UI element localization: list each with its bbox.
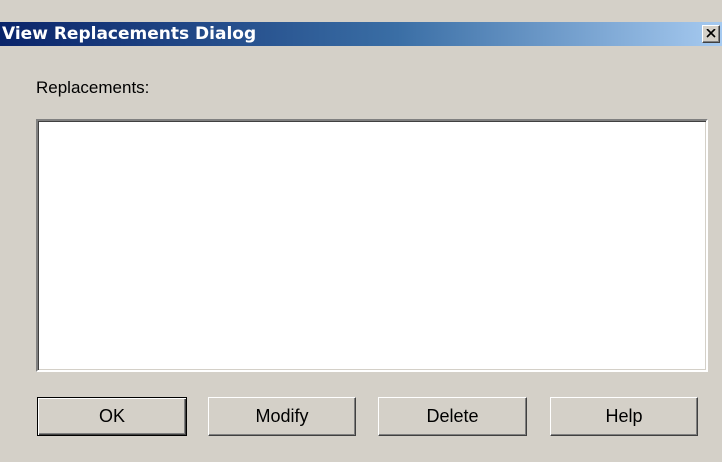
dialog-title: View Replacements Dialog xyxy=(2,24,257,44)
help-button[interactable]: Help xyxy=(550,397,698,436)
ok-button[interactable]: OK xyxy=(37,397,187,436)
close-button[interactable] xyxy=(702,25,720,43)
close-icon xyxy=(706,29,716,38)
view-replacements-dialog: View Replacements Dialog Replacements: O… xyxy=(0,0,722,462)
title-bar[interactable]: View Replacements Dialog xyxy=(0,22,722,46)
modify-button[interactable]: Modify xyxy=(208,397,356,436)
replacements-listbox[interactable] xyxy=(36,119,708,372)
delete-button[interactable]: Delete xyxy=(378,397,527,436)
replacements-label: Replacements: xyxy=(36,78,150,97)
